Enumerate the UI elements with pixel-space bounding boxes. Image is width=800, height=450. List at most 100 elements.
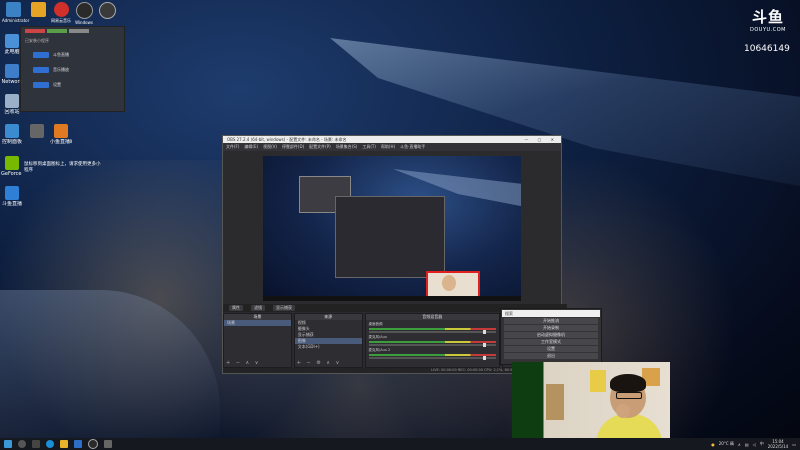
volume-meter	[368, 341, 497, 343]
file-explorer-icon[interactable]	[60, 440, 68, 448]
webcam-poster	[590, 370, 606, 392]
preview-obs-recursion	[335, 196, 445, 278]
volume-icon[interactable]: ◁	[753, 442, 756, 447]
mixer-channel: 麦克风/Aux 2	[368, 348, 497, 360]
panel-tab-gray[interactable]	[69, 29, 89, 33]
mixer-channel: 麦克风/Aux	[368, 335, 497, 347]
menu-help[interactable]: 帮助(H)	[381, 143, 395, 151]
system-tray: ● 20°C 晴 ∧ ▤ ◁ 中 15:04 2022/5/14 ▭	[711, 438, 796, 450]
start-icon[interactable]	[4, 440, 12, 448]
properties-button[interactable]: 属性	[229, 305, 243, 311]
start-recording-button[interactable]: 开始录制	[504, 325, 598, 331]
douyu-logo: 斗鱼 DOUYU.COM	[750, 8, 786, 33]
recycle-bin-icon	[5, 94, 19, 108]
panel-header: 已安装小程序	[25, 38, 49, 43]
desktop-icon-control-panel[interactable]: 控制面板	[1, 124, 23, 145]
obs-taskbar-icon[interactable]	[88, 439, 98, 449]
controls-search-input[interactable]: 搜索	[502, 310, 600, 317]
panel-item[interactable]: 设置	[33, 80, 124, 89]
edge-icon[interactable]	[46, 440, 54, 448]
source-item[interactable]: 文本(GDI+)	[295, 344, 362, 350]
streamer-hair	[610, 374, 646, 392]
menu-docks[interactable]: 停靠部件(D)	[282, 143, 304, 151]
obs-title-bar[interactable]: OBS 27.2.4 (64-bit, windows) - 配置文件: 未命名…	[223, 136, 561, 143]
webcam-face	[442, 275, 456, 291]
room-id: 10646149	[744, 44, 790, 54]
preview-taskbar	[263, 296, 521, 301]
network-tray-icon[interactable]: ▤	[745, 442, 749, 447]
desktop-icon-xiaoyu[interactable]: 小鱼直播助手	[50, 124, 72, 145]
search-icon[interactable]	[18, 440, 26, 448]
source-controls[interactable]: + − ⚙ ∧ ∨	[297, 360, 342, 366]
volume-slider[interactable]	[368, 343, 497, 347]
control-panel-icon	[5, 124, 19, 138]
menu-douyu-assistant[interactable]: 斗鱼·直播助手	[400, 143, 425, 151]
ime-icon[interactable]: 中	[760, 441, 764, 447]
menu-profile[interactable]: 配置文件(P)	[309, 143, 331, 151]
panel-item[interactable]: 音乐播放	[33, 65, 124, 74]
lightbulb-icon	[98, 2, 116, 19]
user-folder-icon	[5, 2, 21, 17]
notification-icon[interactable]: ▭	[792, 442, 796, 447]
slider-handle[interactable]	[483, 356, 487, 360]
display-capture-button[interactable]: 显示捕获	[273, 305, 295, 311]
desktop-icon-douyu[interactable]: 斗鱼直播	[1, 186, 23, 207]
mixer-channel: 桌面音频	[368, 322, 497, 334]
nvidia-icon	[5, 156, 19, 170]
desktop-caption: 鼠标移到桌面图标上，请求使用更多小程序	[24, 162, 101, 173]
panel-toolbar	[21, 27, 124, 35]
panel-item[interactable]: 斗鱼直播	[33, 50, 124, 59]
desktop-icon-geforce[interactable]: GeForce Experience	[1, 156, 23, 177]
menu-edit[interactable]: 编辑(E)	[244, 143, 258, 151]
filters-button[interactable]: 滤镜	[251, 305, 265, 311]
volume-slider[interactable]	[368, 330, 497, 334]
scene-item[interactable]: 场景	[224, 320, 291, 326]
panel-tab-red[interactable]	[25, 29, 45, 33]
window-controls[interactable]: — ▢ ✕	[524, 136, 558, 143]
menu-tools[interactable]: 工具(T)	[362, 143, 376, 151]
start-streaming-button[interactable]: 开始推流	[504, 318, 598, 324]
app-icon	[30, 124, 44, 138]
desktop-icon-windows[interactable]: Windows	[73, 2, 95, 25]
desktop-icon-app-5[interactable]	[96, 2, 118, 20]
store-icon[interactable]	[74, 440, 82, 448]
menu-scene-collection[interactable]: 场景集合(S)	[336, 143, 358, 151]
app-chip-icon	[33, 51, 49, 58]
volume-slider[interactable]	[368, 356, 497, 360]
app-icon	[30, 2, 46, 17]
app-taskbar-icon[interactable]	[104, 440, 112, 448]
streamer-webcam-feed	[512, 362, 670, 450]
app-chip-icon	[33, 81, 49, 88]
desktop-icon-mid-1[interactable]	[26, 124, 48, 139]
slider-handle[interactable]	[483, 330, 487, 334]
menu-view[interactable]: 视图(V)	[263, 143, 277, 151]
virtual-camera-button[interactable]: 启动虚拟摄像机	[504, 332, 598, 338]
computer-icon	[5, 34, 19, 48]
volume-meter	[368, 354, 497, 356]
settings-button[interactable]: 设置	[504, 346, 598, 352]
mini-app-panel: 已安装小程序 斗鱼直播 音乐播放 设置	[20, 26, 125, 112]
studio-mode-button[interactable]: 工作室模式	[504, 339, 598, 345]
scene-controls[interactable]: + − ∧ ∨	[226, 360, 260, 366]
windows-taskbar: ● 20°C 晴 ∧ ▤ ◁ 中 15:04 2022/5/14 ▭	[0, 438, 800, 450]
menu-file[interactable]: 文件(F)	[226, 143, 239, 151]
chevron-up-icon[interactable]: ∧	[738, 442, 741, 447]
desktop-icon-administrator[interactable]: Administrator	[2, 2, 29, 23]
fish-assistant-icon	[54, 124, 68, 138]
desktop-icon-app-1[interactable]	[27, 2, 49, 18]
task-view-icon[interactable]	[32, 440, 40, 448]
weather-icon[interactable]: ●	[711, 442, 715, 447]
obs-preview-canvas[interactable]	[263, 156, 521, 301]
sources-dock: 来源 视频 摄像头 显示捕获 图像 文本(GDI+) + − ⚙ ∧ ∨	[293, 313, 363, 368]
weather-text[interactable]: 20°C 晴	[719, 441, 734, 447]
clock[interactable]: 15:04 2022/5/14	[768, 439, 789, 449]
exit-button[interactable]: 退出	[504, 353, 598, 359]
webcam-bookshelf	[546, 384, 564, 420]
netease-music-icon	[53, 2, 69, 17]
desktop-icon-netease-music[interactable]: 网易云音乐	[50, 2, 72, 24]
obs-menu-bar: 文件(F) 编辑(E) 视图(V) 停靠部件(D) 配置文件(P) 场景集合(S…	[223, 143, 561, 151]
streamer-hand	[616, 404, 630, 418]
volume-meter	[368, 328, 497, 330]
panel-tab-green[interactable]	[47, 29, 67, 33]
slider-handle[interactable]	[483, 343, 487, 347]
